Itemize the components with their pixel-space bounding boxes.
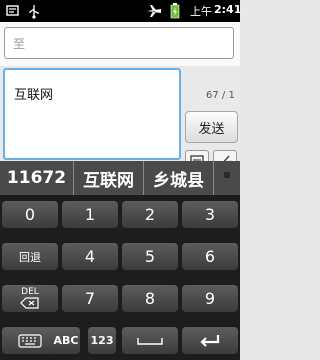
key-6[interactable]: 6: [182, 243, 238, 270]
send-button[interactable]: 发送: [185, 111, 238, 143]
key-keyboard-switch[interactable]: [2, 327, 58, 354]
key-2[interactable]: 2: [122, 201, 178, 228]
key-enter[interactable]: [182, 327, 238, 354]
candidate-bar: 11672 互联网 乡城县: [0, 161, 240, 195]
numeric-keypad: 0 1 2 3 回退 4 5 6 DEL 7 8 9 ABC 123: [0, 195, 240, 360]
backspace-icon: [20, 297, 39, 309]
status-time: 2:41: [214, 3, 242, 16]
recipient-field[interactable]: 至: [4, 27, 234, 59]
recipient-area: 至: [0, 22, 240, 66]
key-abc[interactable]: ABC: [52, 327, 80, 354]
status-bar: 上午 2:41: [0, 0, 242, 22]
keyboard-icon: [18, 333, 42, 348]
key-7[interactable]: 7: [62, 285, 118, 312]
notification-icon: [6, 5, 19, 16]
message-text: 互联网: [14, 88, 54, 103]
key-0[interactable]: 0: [2, 201, 58, 228]
delete-label: DEL: [21, 287, 39, 297]
recipient-placeholder: 至: [13, 37, 26, 51]
key-1[interactable]: 1: [62, 201, 118, 228]
key-3[interactable]: 3: [182, 201, 238, 228]
candidate-item[interactable]: 互联网: [74, 161, 144, 195]
usb-icon: [29, 5, 39, 19]
enter-icon: [200, 334, 220, 347]
char-count: 67 / 1: [206, 90, 235, 101]
candidate-more-indicator: [224, 172, 230, 178]
candidate-item[interactable]: 11672: [0, 161, 74, 195]
key-delete[interactable]: DEL: [2, 285, 58, 312]
key-123[interactable]: 123: [88, 327, 116, 354]
key-space[interactable]: [122, 327, 178, 354]
space-icon: [137, 337, 163, 345]
battery-icon: [170, 3, 180, 19]
key-4[interactable]: 4: [62, 243, 118, 270]
message-field[interactable]: 互联网: [3, 68, 181, 160]
candidate-item[interactable]: 乡城县: [144, 161, 214, 195]
key-back[interactable]: 回退: [2, 243, 58, 270]
key-8[interactable]: 8: [122, 285, 178, 312]
key-9[interactable]: 9: [182, 285, 238, 312]
key-5[interactable]: 5: [122, 243, 178, 270]
status-ampm: 上午: [190, 5, 212, 18]
airplane-icon: [147, 5, 161, 17]
